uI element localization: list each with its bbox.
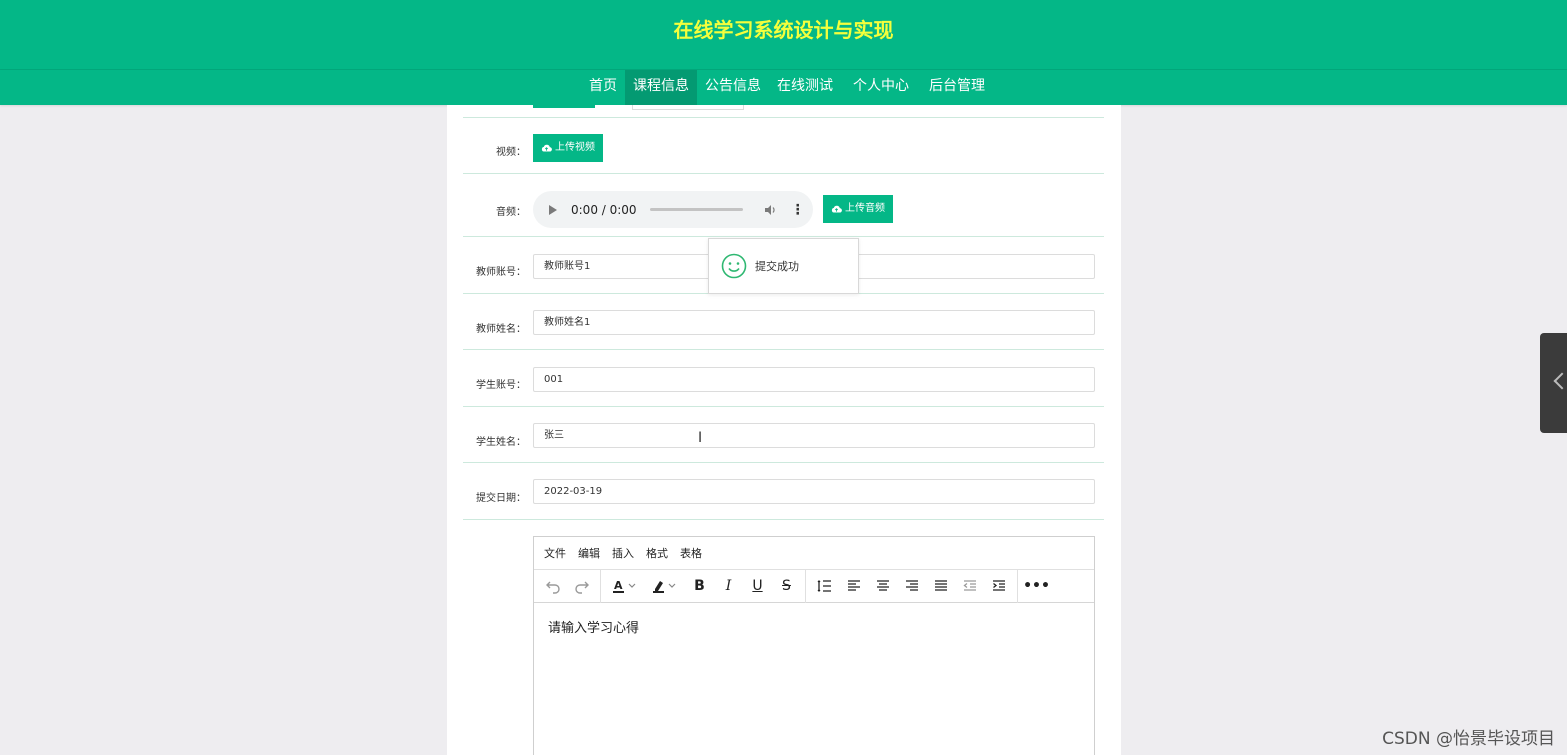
indent-icon[interactable] [986, 574, 1011, 599]
editor-menubar: 文件 编辑 插入 格式 表格 [534, 537, 1094, 570]
highlight-color-icon[interactable] [647, 574, 683, 599]
submit-date-field[interactable]: 2022-03-19 [533, 479, 1095, 504]
teacher-name-label: 教师姓名： [476, 324, 526, 335]
align-center-icon[interactable] [870, 574, 895, 599]
menu-file[interactable]: 文件 [544, 545, 566, 561]
nav-item-online-test[interactable]: 在线测试 [769, 70, 841, 105]
italic-icon[interactable]: I [716, 574, 741, 599]
menu-edit[interactable]: 编辑 [578, 545, 600, 561]
chevron-left-icon [1553, 372, 1567, 390]
form-row-student-account: 学生账号： 001 [463, 350, 1104, 407]
partial-field[interactable] [632, 105, 744, 110]
main-nav: 首页 课程信息 公告信息 在线测试 个人中心 后台管理 [0, 70, 1567, 105]
submit-date-label: 提交日期： [476, 493, 526, 504]
upload-video-button[interactable]: 上传视频 [533, 134, 603, 162]
success-toast: 提交成功 [708, 238, 859, 294]
editor-body[interactable]: 请输入学习心得 [534, 603, 1094, 650]
align-left-icon[interactable] [841, 574, 866, 599]
nav-item-admin[interactable]: 后台管理 [921, 70, 993, 105]
rich-text-editor: 文件 编辑 插入 格式 表格 A B I U S ••• 请输入学习心得 [533, 536, 1095, 755]
student-account-field[interactable]: 001 [533, 367, 1095, 392]
student-name-label: 学生姓名： [476, 437, 526, 448]
align-right-icon[interactable] [899, 574, 924, 599]
undo-icon[interactable] [540, 574, 565, 599]
nav-item-notices[interactable]: 公告信息 [697, 70, 769, 105]
editor-toolbar: A B I U S ••• [534, 569, 1094, 603]
form-row-student-name: 学生姓名： 张三 [463, 407, 1104, 463]
more-icon[interactable]: ••• [1023, 574, 1050, 599]
side-panel-toggle[interactable] [1540, 333, 1567, 433]
menu-table[interactable]: 表格 [680, 545, 702, 561]
form-row-submit-date: 提交日期： 2022-03-19 [463, 463, 1104, 520]
form-panel: 视频： 上传视频 音频： 0:00 / 0:00 ⋮ 上传音频 教师账号： 教师… [447, 105, 1121, 755]
teacher-account-label: 教师账号： [476, 267, 526, 278]
site-header: 在线学习系统设计与实现 [0, 0, 1567, 70]
audio-time: 0:00 / 0:00 [571, 202, 637, 217]
form-row-partial [463, 105, 1104, 118]
redo-icon[interactable] [569, 574, 594, 599]
cloud-upload-icon [831, 205, 842, 213]
line-height-icon[interactable] [812, 574, 837, 599]
form-row-video: 视频： 上传视频 [463, 118, 1104, 174]
nav-item-courses[interactable]: 课程信息 [625, 70, 697, 105]
cloud-upload-icon [541, 144, 552, 152]
student-account-label: 学生账号： [476, 380, 526, 391]
nav-item-personal-center[interactable]: 个人中心 [845, 70, 917, 105]
form-row-audio: 音频： 0:00 / 0:00 ⋮ 上传音频 [463, 174, 1104, 237]
toast-message: 提交成功 [755, 260, 799, 273]
upload-audio-button[interactable]: 上传音频 [823, 195, 893, 223]
audio-progress-track[interactable] [649, 208, 743, 211]
text-cursor-icon: I [698, 430, 703, 446]
teacher-name-field[interactable]: 教师姓名1 [533, 310, 1095, 335]
play-icon[interactable] [549, 204, 557, 215]
strikethrough-icon[interactable]: S [774, 574, 799, 599]
nav-item-home[interactable]: 首页 [581, 70, 625, 105]
partial-button[interactable] [533, 105, 595, 108]
site-title: 在线学习系统设计与实现 [673, 18, 894, 42]
student-name-field[interactable]: 张三 [533, 423, 1095, 448]
volume-icon[interactable] [763, 203, 777, 217]
upload-video-label: 上传视频 [555, 142, 595, 153]
audio-label: 音频： [496, 207, 526, 218]
underline-icon[interactable]: U [745, 574, 770, 599]
menu-format[interactable]: 格式 [646, 545, 668, 561]
menu-insert[interactable]: 插入 [612, 545, 634, 561]
watermark: CSDN @怡景毕设项目 [1382, 729, 1555, 749]
upload-audio-label: 上传音频 [845, 203, 885, 214]
more-options-icon[interactable]: ⋮ [791, 203, 805, 217]
text-color-icon[interactable]: A [607, 574, 643, 599]
video-label: 视频： [496, 147, 526, 158]
align-justify-icon[interactable] [928, 574, 953, 599]
audio-player[interactable]: 0:00 / 0:00 ⋮ [533, 191, 813, 228]
smile-icon [721, 253, 747, 279]
form-row-teacher-name: 教师姓名： 教师姓名1 [463, 294, 1104, 350]
bold-icon[interactable]: B [687, 574, 712, 599]
svg-text:A: A [614, 579, 623, 592]
outdent-icon[interactable] [957, 574, 982, 599]
